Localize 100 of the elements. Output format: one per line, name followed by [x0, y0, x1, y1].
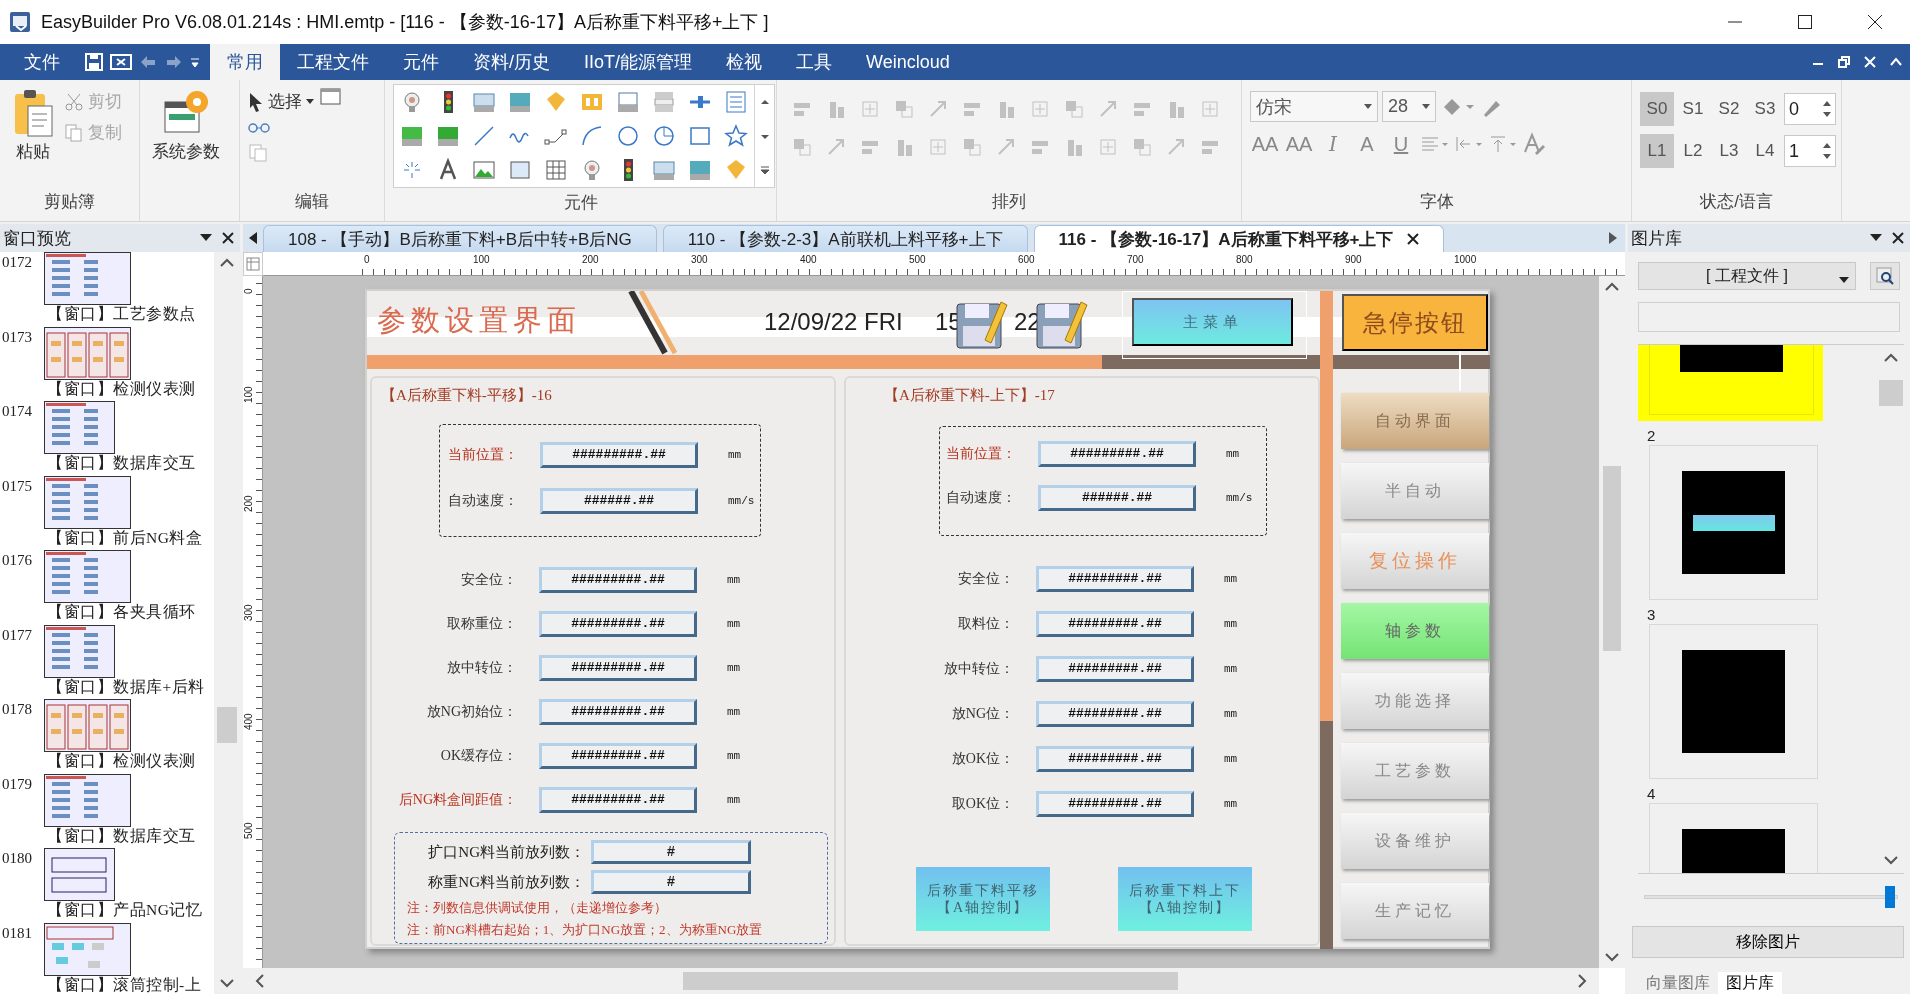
- scrollbar-thumb[interactable]: [1603, 466, 1621, 651]
- axis-control-button[interactable]: 后称重下料平移 【A轴控制】: [916, 867, 1050, 931]
- scrollbar-thumb[interactable]: [1879, 380, 1903, 406]
- rectangle-icon[interactable]: [688, 124, 712, 148]
- window-thumbnail-drawing[interactable]: [44, 550, 132, 604]
- menu-tab[interactable]: 检视: [709, 44, 780, 80]
- language-button[interactable]: L3: [1712, 134, 1746, 168]
- scroll-up-icon[interactable]: [1884, 353, 1898, 363]
- image-icon[interactable]: [472, 158, 496, 182]
- customize-icon[interactable]: [190, 55, 200, 69]
- filter-field[interactable]: [1638, 302, 1900, 332]
- paste-button[interactable]: 粘贴: [8, 86, 58, 187]
- window-thumbnail-drawing[interactable]: [44, 922, 132, 977]
- save-icon[interactable]: [84, 52, 104, 72]
- list-icon[interactable]: [652, 90, 676, 114]
- scroll-up-icon[interactable]: [1605, 282, 1619, 292]
- window-name[interactable]: 【窗口】工艺参数点: [0, 304, 214, 326]
- window-thumbnail-drawing[interactable]: [44, 326, 132, 381]
- select-button[interactable]: 选择: [248, 90, 314, 113]
- emergency-stop-button[interactable]: 急停按钮: [1342, 294, 1488, 351]
- remove-picture-button[interactable]: 移除图片: [1632, 926, 1904, 958]
- state-spinner[interactable]: 0: [1784, 93, 1836, 125]
- numeric-input[interactable]: #########.##: [1038, 441, 1196, 467]
- data-display-icon[interactable]: [400, 124, 424, 148]
- pie-icon[interactable]: [652, 124, 676, 148]
- language-button[interactable]: L4: [1748, 134, 1782, 168]
- state-button[interactable]: S2: [1712, 92, 1746, 126]
- window-name[interactable]: 【窗口】前后NG料盒: [0, 527, 214, 550]
- document-tab[interactable]: 116 - 【参数-16-17】A后称重下料平移+上下: [1033, 225, 1445, 252]
- menu-tab[interactable]: 常用: [210, 44, 280, 80]
- library-tab[interactable]: 图片库: [1718, 972, 1782, 994]
- numeric-input[interactable]: #########.##: [539, 699, 697, 725]
- state-button[interactable]: S1: [1676, 92, 1710, 126]
- window-name[interactable]: 【窗口】检测仪表测: [0, 378, 214, 401]
- close-icon[interactable]: [1867, 14, 1883, 30]
- window-thumbnail-drawing[interactable]: [44, 773, 132, 828]
- scroll-right-icon[interactable]: [1577, 974, 1587, 988]
- line-icon[interactable]: [472, 124, 496, 148]
- font-dropdown[interactable]: 仿宋: [1250, 91, 1378, 122]
- numeric-input[interactable]: #########.##: [539, 655, 697, 681]
- window-name[interactable]: 【窗口】滚筒控制-上: [0, 974, 214, 994]
- numeric-input[interactable]: #########.##: [540, 442, 698, 469]
- spin-arrows-icon[interactable]: [1823, 100, 1831, 118]
- menu-tab[interactable]: 工程文件: [280, 44, 386, 80]
- preview-button[interactable]: [1870, 262, 1900, 290]
- state-button[interactable]: S3: [1748, 92, 1782, 126]
- window-name[interactable]: 【窗口】数据库交互: [0, 825, 214, 848]
- window-name[interactable]: 【窗口】数据库+后料: [0, 676, 214, 699]
- star-icon[interactable]: [724, 124, 748, 148]
- window-name[interactable]: 【窗口】检测仪表测: [0, 751, 214, 773]
- menu-tab[interactable]: 工具: [779, 44, 850, 80]
- circle-icon[interactable]: [616, 124, 640, 148]
- scrollbar-thumb[interactable]: [217, 707, 237, 743]
- scroll-down-icon[interactable]: [1605, 952, 1619, 962]
- library-dropdown[interactable]: [ 工程文件 ]: [1638, 262, 1856, 290]
- text-display-icon[interactable]: [436, 124, 460, 148]
- restore-icon[interactable]: [1838, 56, 1850, 68]
- scroll-up-icon[interactable]: [220, 258, 234, 268]
- numeric-input[interactable]: #########.##: [539, 743, 697, 769]
- numeric-display-icon[interactable]: [508, 90, 532, 114]
- numeric-input[interactable]: ######.##: [1038, 485, 1196, 511]
- numeric-input[interactable]: #########.##: [539, 567, 697, 593]
- numeric-input[interactable]: #: [591, 870, 751, 894]
- window-name[interactable]: 【窗口】产品NG记忆: [0, 900, 214, 922]
- close-icon[interactable]: [1892, 232, 1904, 244]
- zoom-slider[interactable]: [1644, 886, 1898, 908]
- table-icon[interactable]: [724, 90, 748, 114]
- close-icon[interactable]: [222, 232, 234, 244]
- ruler-corner-icon[interactable]: [246, 257, 260, 271]
- meter-icon[interactable]: [472, 90, 496, 114]
- scroll-left-icon[interactable]: [249, 232, 257, 244]
- document-tab[interactable]: 108 - 【手动】B后称重下料+B后中转+B后NG: [263, 225, 657, 252]
- numeric-input[interactable]: #########.##: [1036, 566, 1194, 592]
- library-tab[interactable]: 向量图库: [1638, 972, 1718, 994]
- document-tab[interactable]: 110 - 【参数-2-3】A前联机上料平移+上下: [662, 225, 1028, 252]
- numeric-input[interactable]: #########.##: [1036, 791, 1194, 817]
- system-settings-button[interactable]: 系统参数: [148, 86, 224, 187]
- numeric-input[interactable]: #########.##: [1036, 746, 1194, 772]
- numeric-input[interactable]: #########.##: [539, 787, 697, 813]
- numeric-input[interactable]: #########.##: [1036, 701, 1194, 727]
- numeric-input[interactable]: #########.##: [1036, 611, 1194, 637]
- window-thumbnail-drawing[interactable]: [44, 475, 132, 530]
- numeric-display-icon[interactable]: [688, 158, 712, 182]
- grid-icon[interactable]: [544, 158, 568, 182]
- scroll-left-icon[interactable]: [255, 974, 265, 988]
- window-thumbnail-drawing[interactable]: [44, 252, 132, 306]
- file-menu[interactable]: 文件: [0, 50, 84, 74]
- state-button[interactable]: S0: [1640, 92, 1674, 126]
- language-spinner[interactable]: 1: [1784, 135, 1836, 167]
- arc-icon[interactable]: [580, 124, 604, 148]
- numeric-input[interactable]: #########.##: [539, 611, 697, 637]
- window-icon[interactable]: [320, 86, 342, 106]
- nav-button[interactable]: 轴参数: [1341, 603, 1489, 659]
- window-name[interactable]: 【窗口】数据库交互: [0, 453, 214, 475]
- language-button[interactable]: L1: [1640, 134, 1674, 168]
- maximize-icon[interactable]: [1797, 14, 1813, 30]
- close-icon[interactable]: [1407, 233, 1420, 245]
- axis-control-button[interactable]: 后称重下料上下 【A轴控制】: [1118, 867, 1252, 931]
- menu-tab[interactable]: 资料/历史: [456, 44, 567, 80]
- language-button[interactable]: L2: [1676, 134, 1710, 168]
